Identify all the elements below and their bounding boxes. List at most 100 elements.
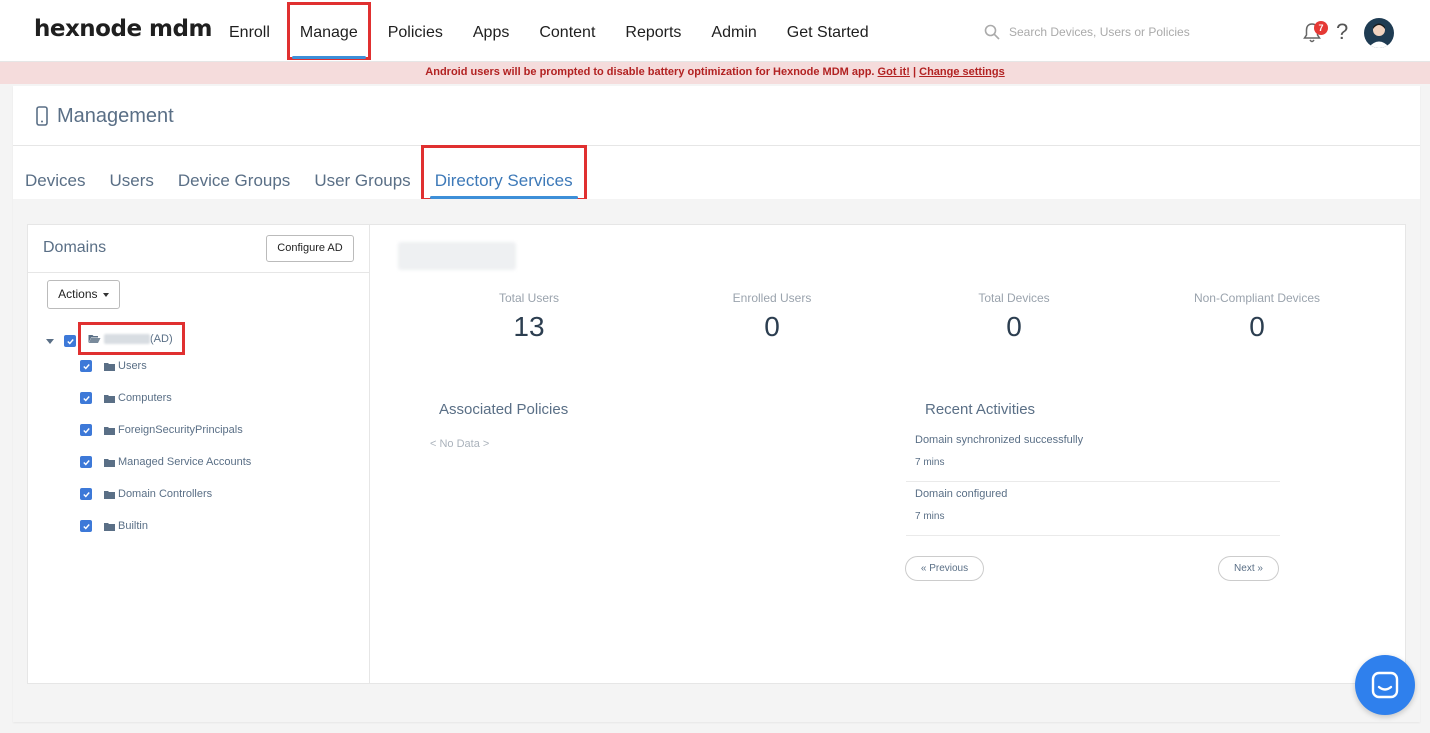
- tree-item-label: Domain Controllers: [118, 488, 213, 500]
- help-icon[interactable]: ?: [1336, 19, 1348, 45]
- search-icon: [984, 24, 1000, 40]
- banner-message: Android users will be prompted to disabl…: [425, 66, 875, 78]
- stat-enrolled-users: Enrolled Users 0: [652, 291, 892, 343]
- root-checkbox[interactable]: [64, 335, 76, 347]
- stat-total-devices: Total Devices 0: [894, 291, 1134, 343]
- stat-value: 0: [764, 311, 780, 342]
- activity-item: Domain configured 7 mins: [906, 482, 1280, 536]
- tree-checkbox[interactable]: [80, 360, 92, 372]
- associated-policies-title: Associated Policies: [439, 401, 569, 418]
- checkmark-icon: [82, 395, 90, 402]
- stat-value: 13: [513, 311, 545, 342]
- configure-ad-button[interactable]: Configure AD: [266, 235, 354, 262]
- domains-title: Domains: [43, 239, 107, 256]
- domain-root-suffix: (AD): [150, 332, 173, 345]
- activity-text: Domain configured: [915, 488, 1008, 500]
- search-bar: [984, 20, 1244, 44]
- tree-item-label: Builtin: [118, 520, 148, 532]
- tab-devices[interactable]: Devices: [13, 147, 97, 199]
- tree-item-label: ForeignSecurityPrincipals: [118, 424, 243, 436]
- stat-label: Non-Compliant Devices: [1193, 291, 1321, 305]
- stat-total-users: Total Users 13: [409, 291, 649, 343]
- search-input[interactable]: [1009, 25, 1229, 39]
- checkmark-icon: [82, 491, 90, 498]
- tree-checkbox[interactable]: [80, 488, 92, 500]
- tree-checkbox[interactable]: [80, 424, 92, 436]
- activity-item: Domain synchronized successfully 7 mins: [906, 428, 1280, 482]
- actions-dropdown-button[interactable]: Actions: [47, 280, 120, 309]
- tree-item-computers[interactable]: Computers: [80, 389, 172, 407]
- tree-item-foreign-security-principals[interactable]: ForeignSecurityPrincipals: [80, 421, 243, 439]
- directory-services-content: Domains Configure AD Actions (AD) Users: [27, 224, 1406, 684]
- stat-value: 0: [1006, 311, 1022, 342]
- nav-apps[interactable]: Apps: [458, 0, 524, 62]
- checkmark-icon: [82, 459, 90, 466]
- stat-non-compliant-devices: Non-Compliant Devices 0: [1137, 291, 1377, 343]
- tree-checkbox[interactable]: [80, 520, 92, 532]
- tree-item-users[interactable]: Users: [80, 357, 147, 375]
- banner-separator: |: [913, 66, 917, 78]
- chat-launcher-button[interactable]: [1355, 655, 1415, 715]
- next-button[interactable]: Next »: [1218, 556, 1279, 581]
- caret-down-icon: [102, 292, 109, 297]
- change-settings-link[interactable]: Change settings: [919, 66, 1005, 78]
- tree-item-label: Users: [118, 360, 147, 372]
- folder-icon: [104, 394, 115, 403]
- tab-device-groups[interactable]: Device Groups: [166, 147, 302, 199]
- checkmark-icon: [82, 523, 90, 530]
- tree-item-managed-service-accounts[interactable]: Managed Service Accounts: [80, 453, 251, 471]
- folder-icon: [104, 490, 115, 499]
- stat-label: Enrolled Users: [732, 291, 812, 305]
- previous-button[interactable]: « Previous: [905, 556, 984, 581]
- activity-time: 7 mins: [915, 457, 945, 468]
- nav-policies[interactable]: Policies: [373, 0, 458, 62]
- got-it-link[interactable]: Got it!: [878, 66, 910, 78]
- domain-name-redacted: [104, 333, 150, 344]
- main-nav: Enroll Manage Policies Apps Content Repo…: [214, 0, 884, 62]
- stat-value: 0: [1249, 311, 1265, 342]
- top-navbar: hexnode mdm Enroll Manage Policies Apps …: [0, 0, 1430, 62]
- recent-activities-title: Recent Activities: [925, 401, 1036, 418]
- activity-text: Domain synchronized successfully: [915, 434, 1084, 446]
- tab-directory-services[interactable]: Directory Services: [420, 145, 587, 201]
- page-title: Management: [57, 105, 174, 127]
- tree-item-builtin[interactable]: Builtin: [80, 517, 148, 535]
- folder-icon: [104, 458, 115, 467]
- mobile-device-icon: [36, 106, 48, 126]
- battery-optimization-banner: Android users will be prompted to disabl…: [0, 62, 1430, 84]
- domain-name-redacted: [398, 242, 516, 270]
- nav-get-started[interactable]: Get Started: [772, 0, 884, 62]
- folder-open-icon: [88, 334, 101, 343]
- tree-checkbox[interactable]: [80, 456, 92, 468]
- tree-root-row: [46, 330, 76, 352]
- nav-enroll[interactable]: Enroll: [214, 0, 285, 62]
- tree-item-label: Managed Service Accounts: [118, 456, 252, 468]
- management-panel: Management Devices Users Device Groups U…: [13, 86, 1420, 722]
- nav-admin[interactable]: Admin: [696, 0, 771, 62]
- nav-manage[interactable]: Manage: [285, 0, 373, 62]
- no-data-label: < No Data >: [430, 438, 490, 450]
- tab-user-groups[interactable]: User Groups: [302, 147, 422, 199]
- nav-reports[interactable]: Reports: [610, 0, 696, 62]
- checkmark-icon: [82, 427, 90, 434]
- divider: [28, 272, 370, 273]
- tree-checkbox[interactable]: [80, 392, 92, 404]
- folder-icon: [104, 362, 115, 371]
- avatar[interactable]: [1364, 18, 1394, 48]
- activity-time: 7 mins: [915, 511, 945, 522]
- tab-users[interactable]: Users: [97, 147, 165, 199]
- chat-icon: [1371, 671, 1399, 699]
- collapse-arrow-icon[interactable]: [46, 338, 54, 344]
- hexnode-logo[interactable]: hexnode mdm: [34, 16, 212, 42]
- checkmark-icon: [82, 363, 90, 370]
- nav-content[interactable]: Content: [524, 0, 610, 62]
- domains-pane: Domains Configure AD Actions (AD) Users: [28, 225, 370, 683]
- tree-item-domain-controllers[interactable]: Domain Controllers: [80, 485, 212, 503]
- folder-icon: [104, 522, 115, 531]
- management-tabs: Devices Users Device Groups User Groups …: [13, 145, 1420, 201]
- folder-icon: [104, 426, 115, 435]
- domain-root-node[interactable]: (AD): [78, 322, 185, 355]
- domain-details-pane: Total Users 13 Enrolled Users 0 Total De…: [371, 225, 1405, 683]
- user-avatar-icon: [1368, 23, 1390, 48]
- tree-item-label: Computers: [118, 392, 172, 404]
